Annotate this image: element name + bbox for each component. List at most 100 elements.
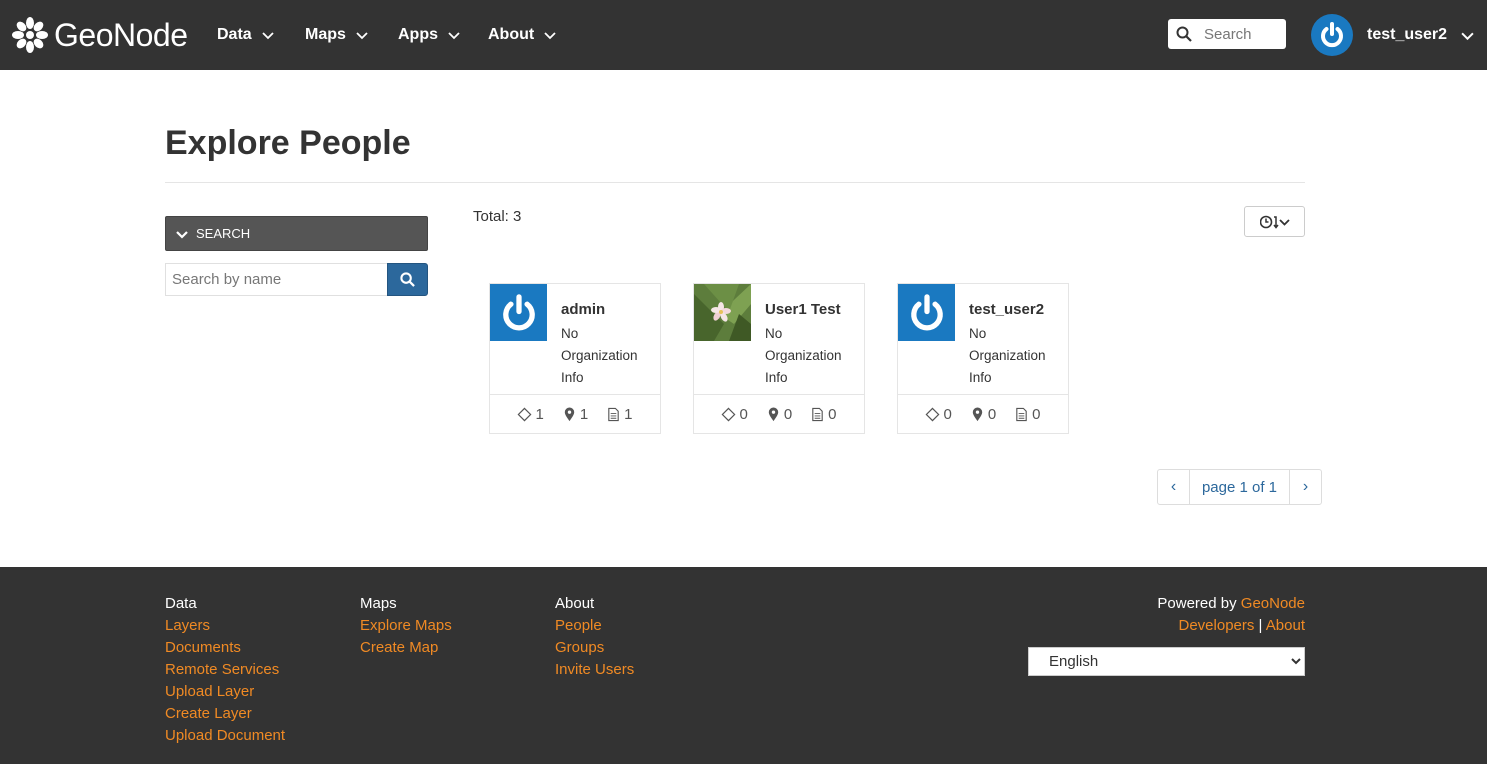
- global-search-input[interactable]: [1204, 25, 1284, 43]
- layers-diamond-icon: [722, 407, 736, 421]
- person-name-link[interactable]: User1 Test: [765, 301, 861, 319]
- person-avatar: [898, 284, 955, 341]
- person-org-line: Organization: [969, 348, 1046, 363]
- footer-link-people[interactable]: People: [555, 615, 634, 637]
- language-select[interactable]: English: [1028, 647, 1305, 676]
- power-icon: [910, 293, 943, 330]
- prev-page-button[interactable]: ‹: [1158, 470, 1189, 504]
- chevron-down-icon: [1461, 32, 1474, 40]
- nav-menu-maps-label: Maps: [305, 26, 346, 43]
- user-avatar: [1311, 14, 1353, 56]
- powered-by: Powered by GeoNode Developers | About: [1157, 593, 1305, 637]
- layers-count[interactable]: 1: [517, 405, 544, 423]
- layers-count-value: 1: [535, 405, 544, 423]
- documents-count[interactable]: 0: [1014, 406, 1041, 423]
- search-icon: [1176, 26, 1192, 42]
- footer-link-documents[interactable]: Documents: [165, 637, 285, 659]
- person-stats: 1 1 1: [490, 394, 660, 433]
- user-menu-name: test_user2: [1367, 26, 1448, 43]
- footer-link-create-layer[interactable]: Create Layer: [165, 703, 285, 725]
- chevron-down-icon: [448, 32, 460, 40]
- footer-link-remote-services[interactable]: Remote Services: [165, 659, 285, 681]
- footer-about-link[interactable]: About: [1266, 617, 1305, 634]
- nav-menu-data[interactable]: Data: [217, 22, 274, 48]
- document-icon: [812, 407, 823, 421]
- layers-count[interactable]: 0: [721, 406, 748, 423]
- chevron-down-icon: [262, 32, 274, 40]
- person-card-user1[interactable]: User1 Test No Organization Info 0 0 0: [693, 283, 865, 434]
- person-org-line: Organization: [765, 348, 842, 363]
- person-card-admin[interactable]: admin No Organization Info 1 1 1: [489, 283, 661, 434]
- footer-link-upload-layer[interactable]: Upload Layer: [165, 681, 285, 703]
- documents-count[interactable]: 0: [810, 405, 837, 423]
- layers-diamond-icon: [926, 407, 940, 421]
- title-divider: [165, 182, 1305, 183]
- nav-menu-apps[interactable]: Apps: [398, 22, 460, 48]
- documents-count-value: 0: [828, 405, 837, 423]
- clock-sort-icon: [1259, 215, 1290, 229]
- flower-photo-icon: [694, 284, 751, 341]
- footer-col-maps: Maps Explore Maps Create Map: [360, 593, 452, 659]
- brand-logo-link[interactable]: GeoNode: [10, 10, 188, 60]
- person-info: admin No Organization Info: [561, 301, 657, 389]
- maps-count[interactable]: 1: [562, 406, 588, 423]
- person-org-line: Info: [561, 370, 584, 385]
- footer-link-layers[interactable]: Layers: [165, 615, 285, 637]
- pagination: ‹ page 1 of 1 ›: [1157, 469, 1322, 505]
- person-name-link[interactable]: test_user2: [969, 301, 1065, 319]
- name-search-input[interactable]: [165, 263, 387, 296]
- nav-menu-about-label: About: [488, 26, 535, 43]
- documents-count[interactable]: 1: [606, 406, 633, 423]
- map-marker-icon: [972, 406, 983, 421]
- developers-link[interactable]: Developers: [1179, 617, 1255, 634]
- layers-count-value: 0: [943, 405, 952, 423]
- footer-col-about: About People Groups Invite Users: [555, 593, 634, 681]
- footer-link-create-map[interactable]: Create Map: [360, 637, 452, 659]
- person-name-link[interactable]: admin: [561, 301, 657, 319]
- footer-link-explore-maps[interactable]: Explore Maps: [360, 615, 452, 637]
- page-indicator: page 1 of 1: [1189, 470, 1290, 504]
- footer-link-groups[interactable]: Groups: [555, 637, 634, 659]
- document-icon: [608, 407, 619, 421]
- map-marker-icon: [564, 406, 575, 421]
- top-navbar: GeoNode Data Maps Apps About test_user2: [0, 0, 1487, 70]
- name-search-group: [165, 263, 428, 296]
- geonode-link[interactable]: GeoNode: [1241, 595, 1305, 612]
- footer-separator: |: [1258, 617, 1263, 634]
- person-card-test-user2[interactable]: test_user2 No Organization Info 0 0 0: [897, 283, 1069, 434]
- maps-count[interactable]: 0: [766, 406, 792, 423]
- person-org-line: No: [561, 326, 579, 341]
- layers-count[interactable]: 0: [925, 405, 952, 423]
- document-icon: [1016, 407, 1027, 421]
- nav-menu-about[interactable]: About: [488, 22, 556, 48]
- person-avatar: [490, 284, 547, 341]
- name-search-button[interactable]: [387, 263, 428, 296]
- brand-name: GeoNode: [54, 16, 188, 53]
- footer-heading-about: About: [555, 595, 595, 612]
- footer-link-invite-users[interactable]: Invite Users: [555, 659, 634, 681]
- footer-col-data: Data Layers Documents Remote Services Up…: [165, 593, 285, 747]
- person-avatar: [694, 284, 751, 341]
- sort-dropdown-button[interactable]: [1244, 206, 1305, 237]
- chevron-down-icon: [176, 230, 188, 239]
- results-total: Total: 3: [473, 208, 522, 225]
- chevron-down-icon: [544, 32, 556, 40]
- maps-count-value: 0: [987, 405, 997, 423]
- next-page-button[interactable]: ›: [1290, 470, 1321, 504]
- global-search: [1168, 19, 1286, 49]
- person-org-line: No: [765, 326, 783, 341]
- power-icon: [502, 293, 535, 330]
- person-info: test_user2 No Organization Info: [969, 301, 1065, 389]
- person-org-line: No: [969, 326, 987, 341]
- nav-menu-data-label: Data: [217, 26, 252, 43]
- user-menu[interactable]: test_user2: [1311, 14, 1474, 56]
- maps-count-value: 0: [783, 405, 793, 423]
- person-org-line: Info: [969, 370, 992, 385]
- nav-menu-maps[interactable]: Maps: [305, 22, 368, 48]
- footer-heading-data: Data: [165, 595, 197, 612]
- person-org-line: Info: [765, 370, 788, 385]
- map-marker-icon: [768, 406, 779, 421]
- maps-count[interactable]: 0: [970, 406, 996, 423]
- search-panel-toggle[interactable]: SEARCH: [165, 216, 428, 251]
- footer-link-upload-document[interactable]: Upload Document: [165, 725, 285, 747]
